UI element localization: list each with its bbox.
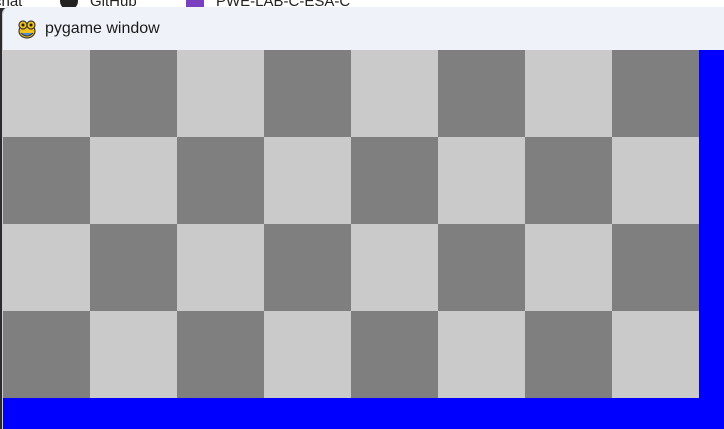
board-square [90,311,177,398]
board-square [351,137,438,224]
board-square [3,50,90,137]
board-square [264,224,351,311]
board-square [90,50,177,137]
board-square [3,311,90,398]
board-square [525,224,612,311]
board-square [3,224,90,311]
game-canvas[interactable] [3,50,724,429]
board-square [264,50,351,137]
pygame-window: pygame window [2,7,724,429]
board-square [351,224,438,311]
board-square [90,137,177,224]
board-square [612,224,699,311]
board-square [612,137,699,224]
window-titlebar[interactable]: pygame window [3,7,724,50]
board-square [525,50,612,137]
pygame-snake-icon [16,18,38,40]
checkerboard [3,50,699,398]
board-square [177,224,264,311]
board-square [177,50,264,137]
board-square [525,311,612,398]
board-square [177,311,264,398]
window-title: pygame window [45,19,160,37]
board-square [438,50,525,137]
board-square [438,224,525,311]
board-square [264,311,351,398]
board-square [264,137,351,224]
board-square [525,137,612,224]
board-square [612,50,699,137]
board-square [351,50,438,137]
board-square [177,137,264,224]
board-square [3,137,90,224]
board-square [351,311,438,398]
board-square [438,137,525,224]
board-square [90,224,177,311]
board-square [612,311,699,398]
board-square [438,311,525,398]
